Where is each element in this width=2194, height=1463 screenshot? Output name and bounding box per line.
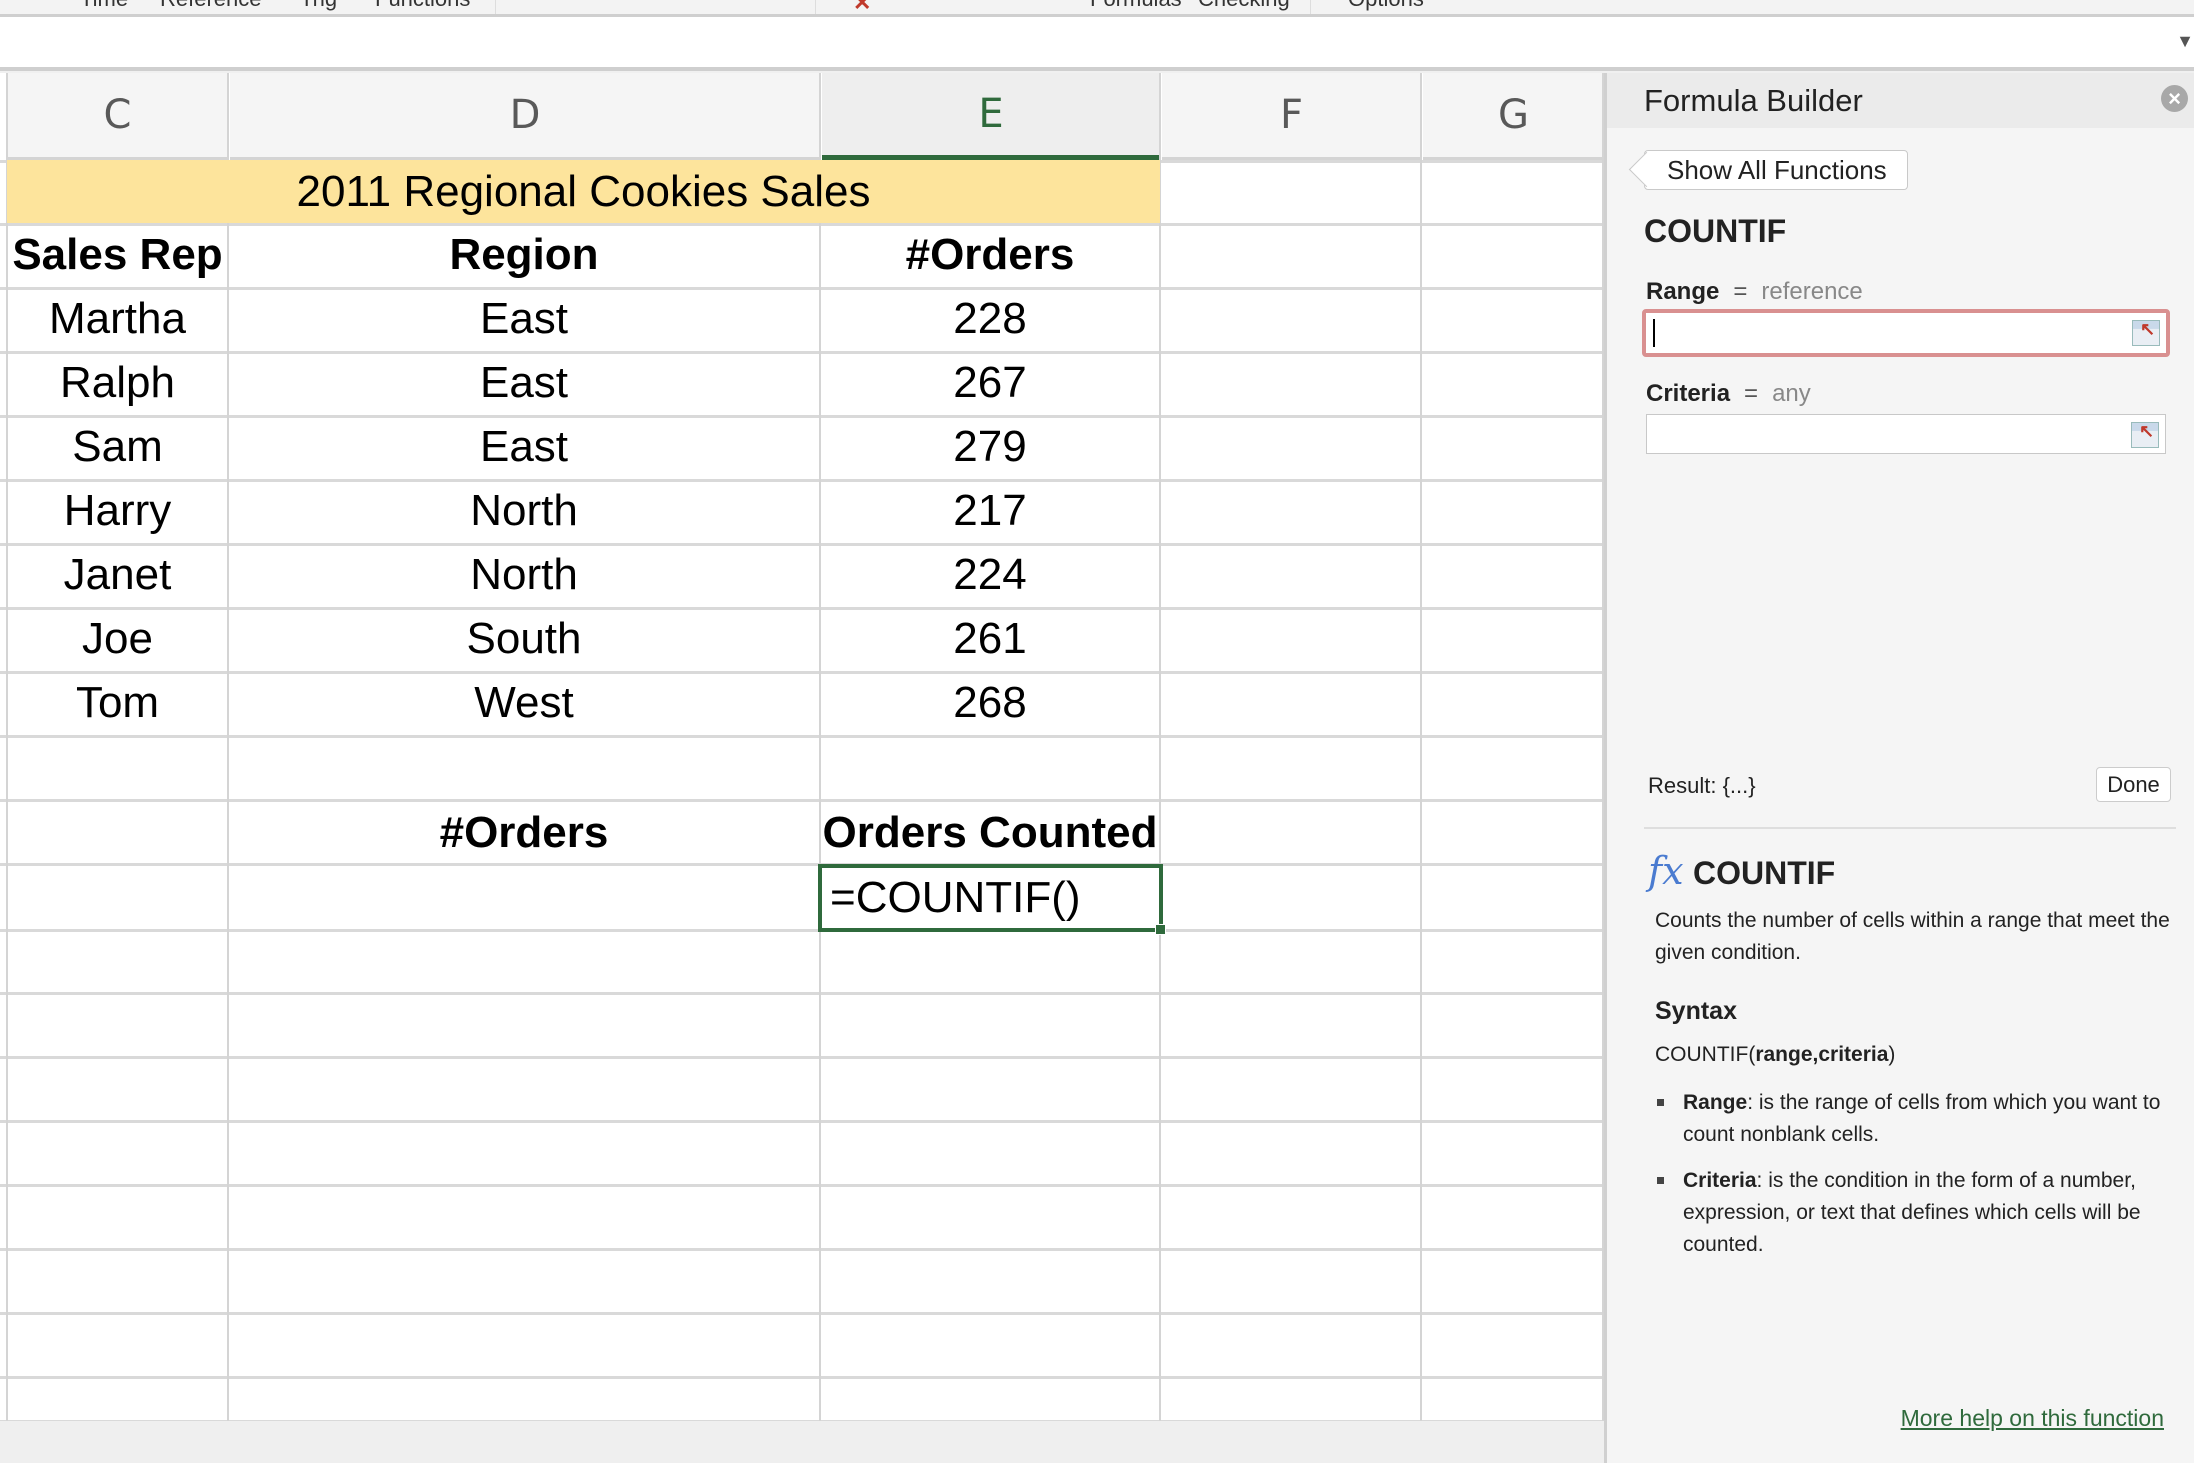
cell-sales-rep[interactable]: Tom [7, 671, 228, 735]
formula-bar-expand-icon[interactable]: ▼ [2176, 31, 2194, 52]
range-arg-eq: = [1733, 278, 1748, 305]
cell-orders[interactable]: 267 [820, 351, 1160, 415]
cell-orders[interactable]: 268 [820, 671, 1160, 735]
cell-region[interactable]: East [228, 415, 820, 479]
formula-bar[interactable]: ▼ [0, 17, 2194, 71]
sheet-footer-area [0, 1421, 1604, 1463]
column-header-f[interactable]: F [1162, 73, 1421, 160]
ribbon-item-checking[interactable]: Checking [1198, 0, 1290, 12]
cell-region[interactable]: South [228, 607, 820, 671]
cell-sales-rep[interactable]: Janet [7, 543, 228, 607]
cell-region[interactable]: North [228, 479, 820, 543]
ribbon-item-reference[interactable]: Reference [160, 0, 262, 12]
ribbon-item-time[interactable]: Time [80, 0, 128, 12]
cell-sales-rep[interactable]: Ralph [7, 351, 228, 415]
header-region[interactable]: Region [228, 223, 820, 287]
cell-orders[interactable]: 279 [820, 415, 1160, 479]
column-header-g[interactable]: G [1423, 73, 1604, 160]
ribbon-item-functions[interactable]: Functions [375, 0, 470, 12]
column-header-e[interactable]: E [822, 73, 1160, 160]
cell-region[interactable]: North [228, 543, 820, 607]
range-arg-name: Range [1646, 278, 1720, 305]
grid-line [0, 1120, 1604, 1123]
grid-line [0, 735, 1604, 738]
show-all-functions-button[interactable]: Show All Functions [1644, 150, 1908, 190]
more-help-link[interactable]: More help on this function [1901, 1405, 2164, 1432]
range-arg-label: Range = reference [1646, 278, 1863, 306]
ribbon-toolbar: Time Reference Trig Functions ✕ Formulas… [0, 0, 2194, 17]
cell-orders[interactable]: 217 [820, 479, 1160, 543]
ribbon-separator [495, 0, 496, 14]
ribbon-item-trig[interactable]: Trig [300, 0, 337, 12]
summary-label-orders-counted[interactable]: Orders Counted [820, 801, 1160, 865]
cell-sales-rep[interactable]: Martha [7, 287, 228, 351]
divider [1644, 827, 2176, 829]
active-cell-formula[interactable]: =COUNTIF() [820, 866, 1160, 930]
ribbon-item-options[interactable]: Options [1348, 0, 1424, 12]
bullet-term: Criteria [1683, 1169, 1757, 1192]
criteria-arg-label: Criteria = any [1646, 380, 1811, 408]
cell-orders[interactable]: 261 [820, 607, 1160, 671]
syntax-close: ) [1888, 1043, 1896, 1066]
close-icon[interactable]: × [2161, 85, 2188, 112]
ribbon-separator [1310, 0, 1311, 14]
grid-line [0, 1376, 1604, 1379]
grid-line [0, 1312, 1604, 1315]
cell-sales-rep[interactable]: Harry [7, 479, 228, 543]
function-icon: fx [1648, 849, 1684, 893]
cell-orders[interactable]: 224 [820, 543, 1160, 607]
syntax-function: COUNTIF( [1655, 1043, 1756, 1066]
grid-line [0, 1184, 1604, 1187]
function-name: COUNTIF [1644, 213, 1787, 249]
column-header-c[interactable]: C [7, 73, 228, 160]
grid-line [1420, 73, 1422, 1421]
done-button[interactable]: Done [2096, 767, 2171, 802]
criteria-description: Criteria: is the condition in the form o… [1655, 1165, 2185, 1261]
cell-sales-rep[interactable]: Joe [7, 607, 228, 671]
cell-region[interactable]: East [228, 287, 820, 351]
grid-line [0, 992, 1604, 995]
criteria-input[interactable] [1646, 414, 2166, 454]
ribbon-item-formulas[interactable]: Formulas [1090, 0, 1182, 12]
ribbon-separator [815, 0, 816, 14]
syntax-heading: Syntax [1655, 997, 1737, 1025]
criteria-arg-hint: any [1772, 380, 1811, 407]
formula-builder-title: Formula Builder [1644, 83, 1863, 118]
cell-sales-rep[interactable]: Sam [7, 415, 228, 479]
cell-reference-picker-icon[interactable] [2131, 421, 2159, 448]
range-description: Range: is the range of cells from which … [1655, 1087, 2185, 1151]
cell-region[interactable]: West [228, 671, 820, 735]
bullet-term: Range [1683, 1091, 1748, 1114]
remove-errors-icon[interactable]: ✕ [853, 0, 871, 14]
help-function-name: COUNTIF [1693, 855, 1836, 891]
cell-region[interactable]: East [228, 351, 820, 415]
spreadsheet-grid[interactable]: C D E F G 2011 Regional Cookies Sales Sa… [0, 73, 1604, 1423]
formula-builder-header: Formula Builder × [1607, 73, 2194, 128]
criteria-arg-name: Criteria [1646, 380, 1731, 407]
result-label: Result: {...} [1648, 773, 1756, 798]
bullet-text: : is the range of cells from which you w… [1683, 1091, 2161, 1146]
summary-label-orders[interactable]: #Orders [228, 801, 820, 865]
grid-line [0, 929, 1604, 932]
range-arg-hint: reference [1761, 278, 1863, 305]
help-description: Counts the number of cells within a rang… [1655, 909, 2170, 964]
show-all-functions-label: Show All Functions [1667, 155, 1887, 185]
header-orders[interactable]: #Orders [820, 223, 1160, 287]
column-header-d[interactable]: D [230, 73, 820, 160]
text-caret [1653, 319, 1655, 347]
cell-orders[interactable]: 228 [820, 287, 1160, 351]
header-sales-rep[interactable]: Sales Rep [7, 223, 228, 287]
syntax-text: COUNTIF(range,criteria) [1655, 1043, 1895, 1067]
formula-builder-panel: Formula Builder × Show All Functions COU… [1604, 73, 2194, 1463]
grid-line [0, 1248, 1604, 1251]
criteria-arg-eq: = [1744, 380, 1759, 407]
range-input[interactable] [1642, 309, 2170, 357]
argument-descriptions: Range: is the range of cells from which … [1655, 1087, 2185, 1275]
grid-line [0, 1056, 1604, 1059]
sheet-title[interactable]: 2011 Regional Cookies Sales [7, 160, 1160, 223]
syntax-args: range,criteria [1755, 1043, 1889, 1066]
cell-reference-picker-icon[interactable] [2132, 319, 2160, 346]
